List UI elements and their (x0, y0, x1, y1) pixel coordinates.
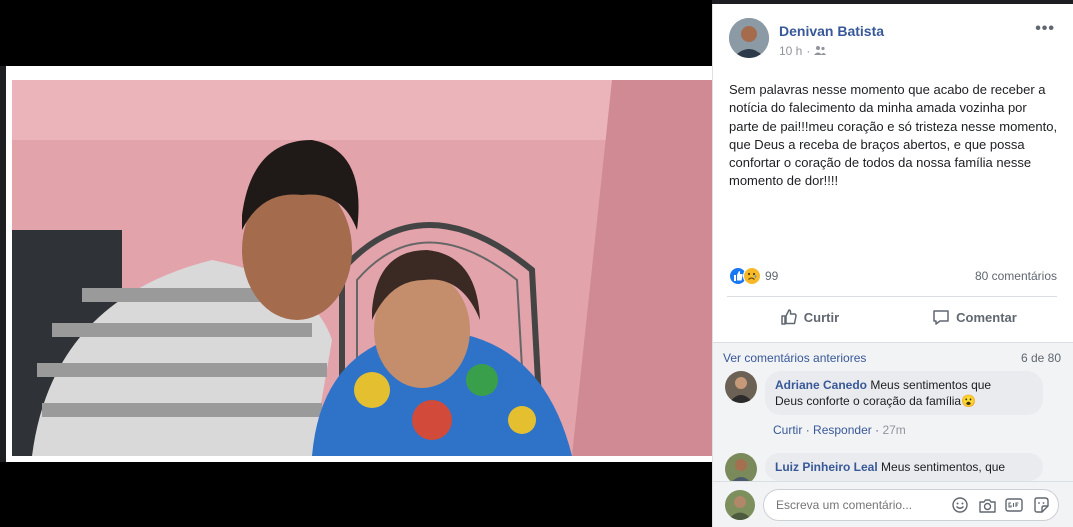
comment-item: Adriane Canedo Meus sentimentos que Deus… (725, 371, 1061, 443)
post-time[interactable]: 10 h (779, 44, 802, 58)
comment-input[interactable] (776, 498, 926, 512)
current-user-avatar (725, 490, 755, 520)
comments-pagination-row: Ver comentários anteriores 6 de 80 (723, 351, 1061, 365)
author-avatar[interactable] (729, 18, 769, 58)
post-photo[interactable] (12, 80, 712, 456)
emoji-icon[interactable] (951, 496, 969, 514)
post-header: Denivan Batista 10 h · ••• (729, 18, 1061, 62)
comments-count-link[interactable]: 80 comentários (975, 269, 1057, 283)
friends-icon[interactable] (814, 44, 827, 58)
sticker-icon[interactable] (1032, 496, 1050, 514)
reaction-count[interactable]: 99 (765, 269, 778, 283)
reaction-icons[interactable] (729, 267, 761, 285)
composer-icons (951, 496, 1050, 514)
comment-reply-link[interactable]: Responder (813, 423, 872, 437)
viewer-backdrop-top (0, 0, 712, 66)
dot-separator: · (806, 44, 811, 58)
reactions-bar: 99 80 comentários (729, 266, 1057, 286)
comments-pagination: 6 de 80 (1020, 351, 1061, 365)
commenter-name[interactable]: Adriane Canedo (775, 378, 867, 392)
commenter-avatar[interactable] (725, 371, 757, 403)
camera-icon[interactable] (978, 496, 996, 514)
dot-separator: · (805, 423, 814, 437)
divider (727, 296, 1057, 297)
comment-button[interactable]: Comentar (892, 300, 1057, 334)
gif-icon[interactable] (1005, 496, 1023, 514)
comment-text-line2: Deus conforte o coração da família😮 (775, 394, 977, 408)
photo-viewer: Denivan Batista 10 h · ••• Sem palavras … (0, 0, 1073, 527)
sad-icon (743, 267, 761, 285)
post-meta: 10 h · (779, 44, 827, 58)
commenter-name[interactable]: Luiz Pinheiro Leal (775, 460, 878, 474)
comment-text-line1: Meus sentimentos que (870, 378, 992, 392)
comment-like-link[interactable]: Curtir (773, 423, 802, 437)
comment-actions: Curtir · Responder · 27m (773, 423, 906, 437)
comment-text-line1: Meus sentimentos, que (881, 460, 1006, 474)
comment-bubble: Adriane Canedo Meus sentimentos que Deus… (765, 371, 1043, 415)
author-name[interactable]: Denivan Batista (779, 23, 884, 39)
post-panel: Denivan Batista 10 h · ••• Sem palavras … (712, 4, 1073, 527)
post-actions: Curtir Comentar (727, 300, 1057, 334)
more-options-icon[interactable]: ••• (1035, 20, 1055, 38)
comment-bubble: Luiz Pinheiro Leal Meus sentimentos, que (765, 453, 1043, 481)
view-previous-comments-link[interactable]: Ver comentários anteriores (723, 351, 866, 365)
like-button-label: Curtir (803, 309, 840, 325)
comment-composer (713, 481, 1073, 527)
post-text: Sem palavras nesse momento que acabo de … (729, 82, 1058, 189)
comment-button-label: Comentar (956, 309, 1017, 325)
like-button[interactable]: Curtir (727, 300, 892, 334)
viewer-backdrop-bottom (0, 462, 712, 527)
comment-input-box[interactable] (763, 489, 1059, 521)
thumbs-up-icon (781, 309, 797, 325)
comment-icon (933, 310, 949, 325)
comment-item: Luiz Pinheiro Leal Meus sentimentos, que (725, 453, 1061, 485)
comment-time[interactable]: 27m (882, 423, 905, 437)
photo-frame (6, 66, 712, 462)
